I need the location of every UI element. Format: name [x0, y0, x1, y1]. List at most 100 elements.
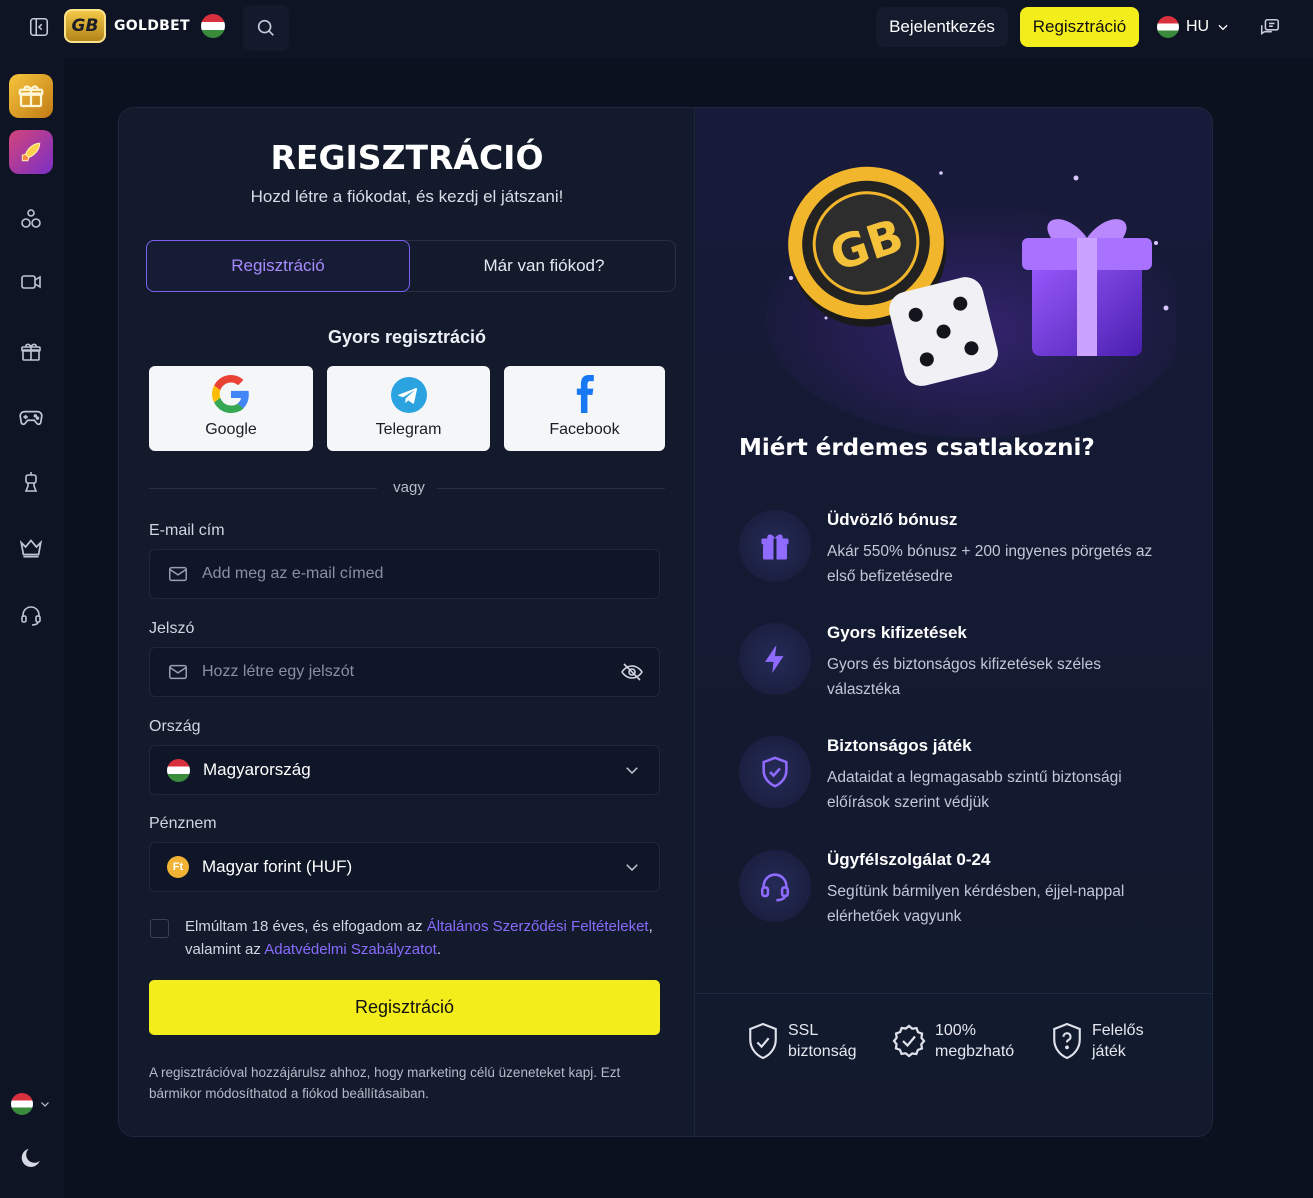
chevron-down-icon — [1218, 24, 1228, 31]
envelope-icon — [169, 664, 187, 680]
page-subtitle: Hozd létre a fiókodat, és kezdj el játsz… — [250, 187, 564, 206]
quick-register-heading: Gyors regisztráció — [327, 327, 487, 347]
crown-icon — [19, 539, 43, 558]
trust-badge-ssl: SSL biztonság — [746, 1020, 857, 1062]
marketing-note: A regisztrációval hozzájárulsz ahhoz, ho… — [149, 1065, 621, 1101]
sidebar-item-promotions[interactable] — [9, 330, 53, 374]
telegram-icon — [390, 377, 427, 413]
chevron-down-icon — [41, 1102, 49, 1107]
terms-link[interactable]: Általános Szerződési Feltételeket — [427, 918, 649, 935]
currency-select[interactable]: Ft Magyar forint (HUF) — [149, 842, 660, 892]
headset-icon — [739, 850, 811, 922]
gift-box-icon — [18, 85, 44, 108]
hungary-flag-icon — [1157, 16, 1179, 38]
tab-register[interactable]: Regisztráció — [146, 240, 410, 292]
envelope-icon — [169, 566, 187, 582]
brand-logo[interactable]: GB GOLDBET — [64, 9, 225, 43]
chevron-down-icon — [626, 767, 638, 775]
divider — [437, 488, 665, 489]
benefit-title: Biztonságos játék — [827, 736, 972, 755]
trophy-robot-icon — [24, 472, 38, 492]
sidebar-item-sports[interactable] — [9, 197, 53, 241]
benefit-title: Üdvözlő bónusz — [827, 510, 958, 529]
collapse-sidebar-icon[interactable] — [26, 14, 52, 40]
hungary-flag-icon — [167, 758, 190, 782]
tab-login[interactable]: Már van fiókod? — [411, 240, 677, 292]
shield-icon — [739, 736, 811, 808]
benefit-item: Ügyfélszolgálat 0-24 Segítünk bármilyen … — [739, 850, 1179, 930]
gift-icon — [739, 510, 811, 582]
rocket-icon — [21, 142, 41, 162]
auth-tabs: Regisztráció Már van fiókod? — [146, 240, 676, 292]
eye-off-icon[interactable] — [620, 660, 644, 684]
google-icon — [212, 375, 249, 413]
trust-line: megbzható — [935, 1043, 1015, 1060]
password-input[interactable] — [202, 663, 607, 681]
terms-text-part: . — [436, 941, 441, 958]
sidebar-item-support[interactable] — [9, 593, 53, 637]
email-label: E-mail cím — [149, 522, 225, 539]
terms-text-part: Elmúltam 18 éves, és elfogadom az — [185, 918, 427, 935]
chat-icon[interactable] — [1256, 14, 1284, 42]
sidebar-item-tournaments[interactable] — [9, 461, 53, 505]
gift-icon — [21, 343, 41, 361]
login-button[interactable]: Bejelentkezés — [876, 7, 1008, 47]
language-code: HU — [1186, 18, 1210, 35]
theme-toggle[interactable] — [9, 1136, 53, 1180]
trust-line: biztonság — [788, 1043, 857, 1060]
password-field-wrapper — [149, 647, 660, 697]
terms-text: Elmúltam 18 éves, és elfogadom az Általá… — [185, 915, 665, 961]
registration-card: REGISZTRÁCIÓ Hozd létre a fiókodat, és k… — [118, 107, 1213, 1137]
sidebar-item-vip[interactable] — [9, 526, 53, 570]
search-icon — [257, 19, 274, 36]
shield-question-icon — [1053, 1022, 1081, 1060]
terms-checkbox[interactable] — [150, 919, 169, 938]
currency-value: Magyar forint (HUF) — [202, 857, 353, 876]
benefit-title: Ügyfélszolgálat 0-24 — [827, 850, 991, 869]
sidebar-item-live-casino[interactable] — [9, 260, 53, 304]
register-submit-button[interactable]: Regisztráció — [149, 980, 660, 1035]
or-separator: vagy — [393, 479, 425, 496]
sidebar-item-special-promo[interactable] — [9, 130, 53, 174]
hungary-flag-icon — [11, 1093, 33, 1115]
sidebar-item-bonus-promo[interactable] — [9, 74, 53, 118]
lightning-icon — [739, 623, 811, 695]
divider — [149, 488, 377, 489]
email-input[interactable] — [202, 565, 659, 583]
email-field-wrapper — [149, 549, 660, 599]
benefits-panel: GB Miért érdemes csatlakozni? Üdvözlő bó… — [696, 108, 1212, 1136]
trust-line: SSL — [788, 1022, 819, 1039]
sports-icon — [21, 209, 41, 228]
telegram-button[interactable]: Telegram — [327, 366, 490, 451]
gift-box-illustration — [1022, 219, 1152, 356]
language-selector[interactable]: HU — [1157, 16, 1230, 38]
benefits-heading: Miért érdemes csatlakozni? — [739, 435, 1095, 461]
password-label: Jelszó — [149, 620, 195, 637]
shield-lock-icon — [749, 1022, 777, 1060]
sidebar-item-games[interactable] — [9, 395, 53, 439]
sidebar-language-selector[interactable] — [6, 1082, 56, 1126]
forint-icon: Ft — [167, 856, 189, 878]
casino-illustration: GB — [766, 166, 1176, 438]
country-select[interactable]: Magyarország — [149, 745, 660, 795]
facebook-button[interactable]: Facebook — [504, 366, 665, 451]
trust-badge-responsible: Felelős játék — [1050, 1020, 1144, 1062]
page-title: REGISZTRÁCIÓ — [270, 138, 544, 177]
logo-mark: GB — [64, 9, 106, 43]
benefit-title: Gyors kifizetések — [827, 623, 967, 642]
country-label: Ország — [149, 718, 201, 735]
trust-line: 100% — [935, 1022, 976, 1039]
gamepad-icon — [19, 410, 43, 426]
google-label: Google — [205, 421, 257, 438]
hungary-flag-icon — [200, 14, 225, 38]
privacy-link[interactable]: Adatvédelmi Szabályzatot — [264, 941, 437, 958]
chevron-down-icon — [626, 864, 638, 872]
benefit-description: Akár 550% bónusz + 200 ingyenes pörgetés… — [827, 543, 1153, 585]
google-button[interactable]: Google — [149, 366, 313, 451]
benefit-description: Segítünk bármilyen kérdésben, éjjel-napp… — [827, 883, 1125, 925]
benefit-description: Gyors és biztonságos kifizetések széles … — [827, 656, 1101, 698]
registration-form-panel: REGISZTRÁCIÓ Hozd létre a fiókodat, és k… — [119, 108, 695, 1136]
video-icon — [21, 275, 41, 289]
register-button-header[interactable]: Regisztráció — [1020, 7, 1139, 47]
search-button[interactable] — [243, 5, 289, 51]
